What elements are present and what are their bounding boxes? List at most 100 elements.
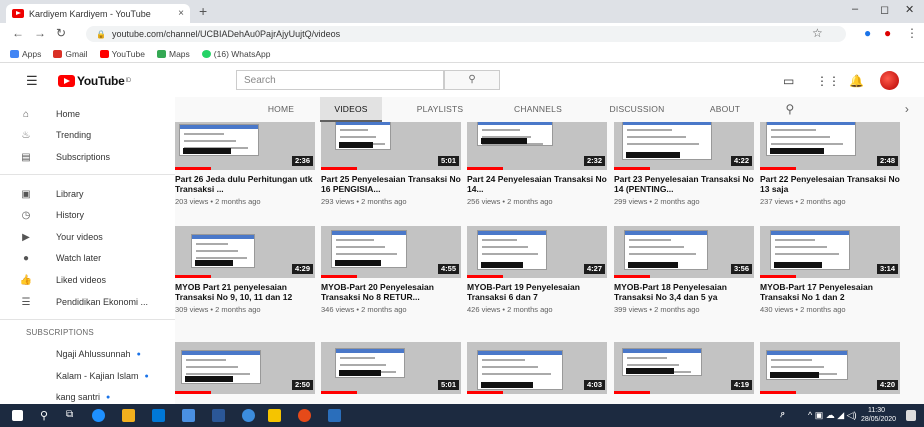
video-thumbnail[interactable]: 2:32 xyxy=(467,122,607,170)
star-icon[interactable]: ☆ xyxy=(812,26,823,40)
video-title[interactable]: MYOB-Part 19 Penyelesaian Transaksi 6 da… xyxy=(467,282,609,302)
video-thumbnail[interactable]: 2:36 xyxy=(175,122,315,170)
video-duration: 2:50 xyxy=(291,380,313,390)
sidebar-item-playlist[interactable]: ☰ Pendidikan Ekonomi ... xyxy=(0,291,175,313)
subscription-item[interactable]: Kalam - Kajian Islam ● xyxy=(0,365,175,387)
chrome-icon[interactable] xyxy=(298,409,311,422)
video-title[interactable]: Part 22 Penyelesaian Transaksi No 13 saj… xyxy=(760,174,902,194)
people-icon[interactable]: ዖ xyxy=(780,410,785,420)
video-title[interactable]: MYOB-Part 17 Penyelesaian Transaksi No 1… xyxy=(760,282,902,302)
bookmarks-bar: Apps Gmail YouTube Maps (16) WhatsApp xyxy=(0,45,924,63)
channel-search-icon[interactable]: ⚲ xyxy=(779,97,801,122)
sidebar-item-library[interactable]: ▣ Library xyxy=(0,183,175,205)
sidebar-item-history[interactable]: ◷ History xyxy=(0,204,175,226)
video-title[interactable]: Part 26 Jeda dulu Perhitungan utk Transa… xyxy=(175,174,317,194)
sidebar-item-trending[interactable]: ♨ Trending xyxy=(0,124,175,146)
video-thumbnail[interactable]: 4:03 xyxy=(467,342,607,394)
tray-icons[interactable]: ^ ▣ ☁ ◢ ◁) xyxy=(808,410,857,421)
video-title[interactable]: MYOB Part 21 penyelesaian Transaksi No 9… xyxy=(175,282,317,302)
search-button[interactable]: ⚲ xyxy=(444,70,500,90)
maximize-icon[interactable]: ◻ xyxy=(880,3,889,16)
youtube-favicon-icon xyxy=(12,9,24,18)
close-window-icon[interactable]: ✕ xyxy=(905,3,914,16)
store-icon[interactable] xyxy=(152,409,165,422)
video-title[interactable]: MYOB-Part 20 Penyelesaian Transaksi No 8… xyxy=(321,282,463,302)
video-thumbnail[interactable]: 4:27 xyxy=(467,226,607,278)
tab-videos[interactable]: VIDEOS xyxy=(320,97,382,122)
browser-tab[interactable]: Kardiyem Kardiyem - YouTube × xyxy=(6,4,190,23)
notifications-bell-icon[interactable]: 🔔 xyxy=(849,74,864,88)
hamburger-menu-icon[interactable]: ☰ xyxy=(26,73,38,89)
thumbnail-window-bar xyxy=(182,351,260,355)
chevron-right-icon[interactable]: › xyxy=(897,97,917,122)
search-taskbar-icon[interactable]: ⚲ xyxy=(40,409,48,422)
video-thumbnail[interactable]: 2:50 xyxy=(175,342,315,394)
new-tab-button[interactable]: + xyxy=(199,3,207,19)
video-thumbnail[interactable]: 5:01 xyxy=(321,122,461,170)
task-view-icon[interactable]: ⧉ xyxy=(66,409,73,420)
word-icon[interactable] xyxy=(328,409,341,422)
app-circle-icon[interactable] xyxy=(242,409,255,422)
video-thumbnail[interactable]: 2:48 xyxy=(760,122,900,170)
bookmark-maps[interactable]: Maps xyxy=(156,49,190,59)
liked-videos-icon: 👍 xyxy=(19,274,33,286)
sidebar-item-liked-videos[interactable]: 👍 Liked videos xyxy=(0,269,175,291)
video-thumbnail[interactable]: 4:22 xyxy=(614,122,754,170)
video-title[interactable]: Part 23 Penyelesaian Transaksi No 14 (PE… xyxy=(614,174,756,194)
tab-about[interactable]: ABOUT xyxy=(699,97,751,122)
video-thumbnail[interactable]: 5:01 xyxy=(321,342,461,394)
reload-icon[interactable]: ↻ xyxy=(56,26,66,40)
video-title[interactable]: Part 24 Penyelesaian Transaksi No 14... xyxy=(467,174,609,194)
bookmark-gmail[interactable]: Gmail xyxy=(53,49,88,59)
bookmark-whatsapp[interactable]: (16) WhatsApp xyxy=(201,49,270,59)
minimize-icon[interactable]: – xyxy=(852,3,858,15)
video-thumbnail[interactable]: 4:29 xyxy=(175,226,315,278)
app-bolt-icon[interactable] xyxy=(268,409,281,422)
profile-icon[interactable]: ● xyxy=(884,26,891,40)
video-thumbnail[interactable]: 4:55 xyxy=(321,226,461,278)
notifications-icon[interactable] xyxy=(906,410,916,421)
thumbnail-window-bar xyxy=(623,349,701,353)
bookmark-youtube[interactable]: YouTube xyxy=(99,49,145,59)
thumbnail-text-line xyxy=(627,136,686,138)
video-title[interactable]: Part 25 Penyelesaian Transaksi No 16 PEN… xyxy=(321,174,463,194)
thumbnail-window-bar xyxy=(625,231,707,235)
video-thumbnail[interactable]: 3:14 xyxy=(760,226,900,278)
search-input[interactable]: Search xyxy=(236,70,444,90)
tab-home[interactable]: HOME xyxy=(250,97,312,122)
sidebar-item-watch-later[interactable]: ● Watch later xyxy=(0,247,175,269)
video-thumbnail[interactable]: 4:20 xyxy=(760,342,900,394)
file-explorer-icon[interactable] xyxy=(122,409,135,422)
mail-icon[interactable] xyxy=(182,409,195,422)
clock-date[interactable]: 28/05/2020 xyxy=(861,416,896,423)
apps-grid-icon[interactable]: ⋮⋮ xyxy=(816,74,840,88)
your-videos-icon: ▶ xyxy=(22,231,30,243)
youtube-logo[interactable]: YouTube ID xyxy=(58,74,131,88)
clock-time[interactable]: 11:30 xyxy=(868,407,885,414)
menu-dots-icon[interactable]: ⋮ xyxy=(906,26,918,40)
video-title[interactable]: MYOB-Part 18 Penyelesaian Transaksi No 3… xyxy=(614,282,756,302)
app-icon[interactable] xyxy=(212,409,225,422)
edge-browser-icon[interactable] xyxy=(92,409,105,422)
sidebar-divider xyxy=(0,319,175,320)
tab-close-icon[interactable]: × xyxy=(178,8,184,19)
video-duration: 4:27 xyxy=(583,264,605,274)
subscription-item[interactable]: Ngaji Ahlussunnah ● xyxy=(0,343,175,365)
back-icon[interactable]: ← xyxy=(12,26,24,40)
address-bar[interactable]: 🔒 youtube.com/channel/UCBIADehAu0PajrAjy… xyxy=(86,26,846,42)
tab-discussion[interactable]: DISCUSSION xyxy=(600,97,674,122)
user-avatar[interactable] xyxy=(880,71,899,90)
forward-icon[interactable]: → xyxy=(34,26,46,40)
sidebar-item-subscriptions[interactable]: ▤ Subscriptions xyxy=(0,146,175,168)
create-video-icon[interactable]: ▭ xyxy=(783,74,794,88)
tab-channels[interactable]: CHANNELS xyxy=(503,97,573,122)
video-thumbnail[interactable]: 4:19 xyxy=(614,342,754,394)
thumbnail-window-bar xyxy=(336,122,390,125)
tab-playlists[interactable]: PLAYLISTS xyxy=(407,97,473,122)
extension-icon[interactable]: ● xyxy=(864,26,871,40)
sidebar-item-your-videos[interactable]: ▶ Your videos xyxy=(0,226,175,248)
bookmark-apps[interactable]: Apps xyxy=(10,49,41,59)
sidebar-item-home[interactable]: ⌂ Home xyxy=(0,103,175,125)
windows-start-icon[interactable] xyxy=(12,410,23,421)
video-thumbnail[interactable]: 3:56 xyxy=(614,226,754,278)
